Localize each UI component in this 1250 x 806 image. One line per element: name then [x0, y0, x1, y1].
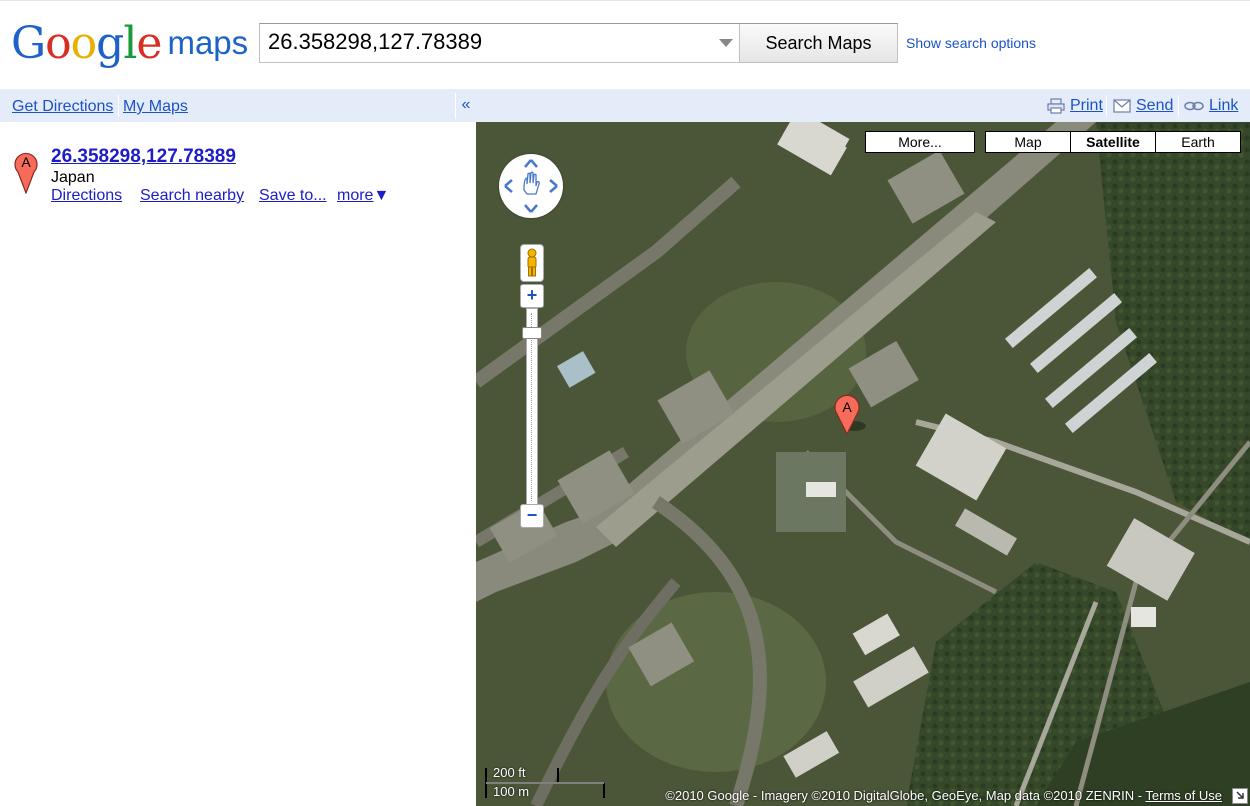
zoom-in-button[interactable]: +	[520, 284, 544, 308]
search-box: Search Maps	[259, 23, 898, 63]
right-toolbar: Print Send Link	[476, 89, 1250, 122]
chain-link-icon	[1184, 101, 1204, 111]
marker-a-icon[interactable]: A	[13, 148, 39, 194]
satellite-map[interactable]: A More... Map Satellite Earth + − 200 ft…	[476, 122, 1250, 806]
collapse-panel-button[interactable]: «	[455, 93, 476, 119]
toolbar-divider	[118, 95, 119, 117]
search-maps-button[interactable]: Search Maps	[739, 24, 897, 62]
zoom-slider-track[interactable]	[522, 308, 542, 506]
map-copyright: ©2010 Google - Imagery ©2010 DigitalGlob…	[665, 788, 1222, 803]
zoom-control: + −	[520, 244, 544, 528]
map-type-map-button[interactable]: Map	[985, 131, 1071, 153]
send-link[interactable]: Send	[1113, 97, 1173, 115]
result-title-link[interactable]: 26.358298,127.78389	[51, 146, 236, 168]
expand-corner-icon	[1236, 791, 1244, 799]
scale-meters-label: 100 m	[493, 784, 530, 799]
logo-maps: maps	[167, 24, 249, 61]
more-label: more	[337, 187, 374, 204]
directions-link[interactable]: Directions	[51, 187, 122, 205]
scale-feet-label: 200 ft	[493, 765, 526, 780]
left-toolbar: Get Directions My Maps	[0, 89, 476, 122]
svg-text:A: A	[21, 154, 31, 170]
search-history-dropdown[interactable]	[713, 24, 739, 62]
overview-map-toggle[interactable]	[1232, 788, 1248, 804]
pegman-icon	[527, 248, 537, 277]
map-type-earth-button[interactable]: Earth	[1155, 131, 1241, 153]
search-input[interactable]	[260, 24, 713, 60]
zoom-slider-handle[interactable]	[522, 327, 542, 339]
send-label: Send	[1136, 97, 1174, 114]
save-to-link[interactable]: Save to...	[259, 187, 327, 205]
show-search-options-link[interactable]: Show search options	[906, 35, 1036, 51]
print-link[interactable]: Print	[1047, 97, 1103, 115]
envelope-icon	[1113, 99, 1131, 113]
chevron-down-icon	[719, 39, 733, 47]
more-link[interactable]: more▼	[337, 187, 389, 205]
link-label: Link	[1209, 97, 1239, 114]
more-layers-button[interactable]: More...	[865, 131, 975, 153]
zoom-slider-ticks	[531, 313, 533, 501]
toolbar-divider	[1178, 95, 1179, 117]
google-maps-logo[interactable]: Google maps	[11, 18, 248, 70]
svg-text:A: A	[842, 399, 852, 415]
scale-bar: 200 ft 100 m	[484, 765, 606, 800]
satellite-imagery: A	[476, 122, 1250, 806]
get-directions-link[interactable]: Get Directions	[12, 98, 113, 116]
toolbar-divider	[1106, 95, 1107, 117]
top-border	[0, 0, 1250, 5]
print-label: Print	[1070, 97, 1103, 114]
map-type-satellite-button[interactable]: Satellite	[1070, 131, 1156, 153]
printer-icon	[1047, 98, 1065, 114]
terms-of-use-link[interactable]: Terms of Use	[1145, 788, 1222, 803]
my-maps-link[interactable]: My Maps	[123, 98, 188, 116]
zoom-out-button[interactable]: −	[520, 504, 544, 528]
pan-arrows-icon	[504, 159, 558, 213]
search-nearby-link[interactable]: Search nearby	[140, 187, 244, 205]
more-arrow-icon: ▼	[373, 187, 390, 204]
copyright-text: ©2010 Google - Imagery ©2010 DigitalGlob…	[665, 788, 1146, 803]
link-link[interactable]: Link	[1184, 97, 1238, 115]
result-country: Japan	[51, 169, 95, 186]
logo-google: Google	[11, 18, 162, 69]
pegman-button[interactable]	[520, 244, 544, 282]
pan-control[interactable]	[499, 154, 563, 218]
